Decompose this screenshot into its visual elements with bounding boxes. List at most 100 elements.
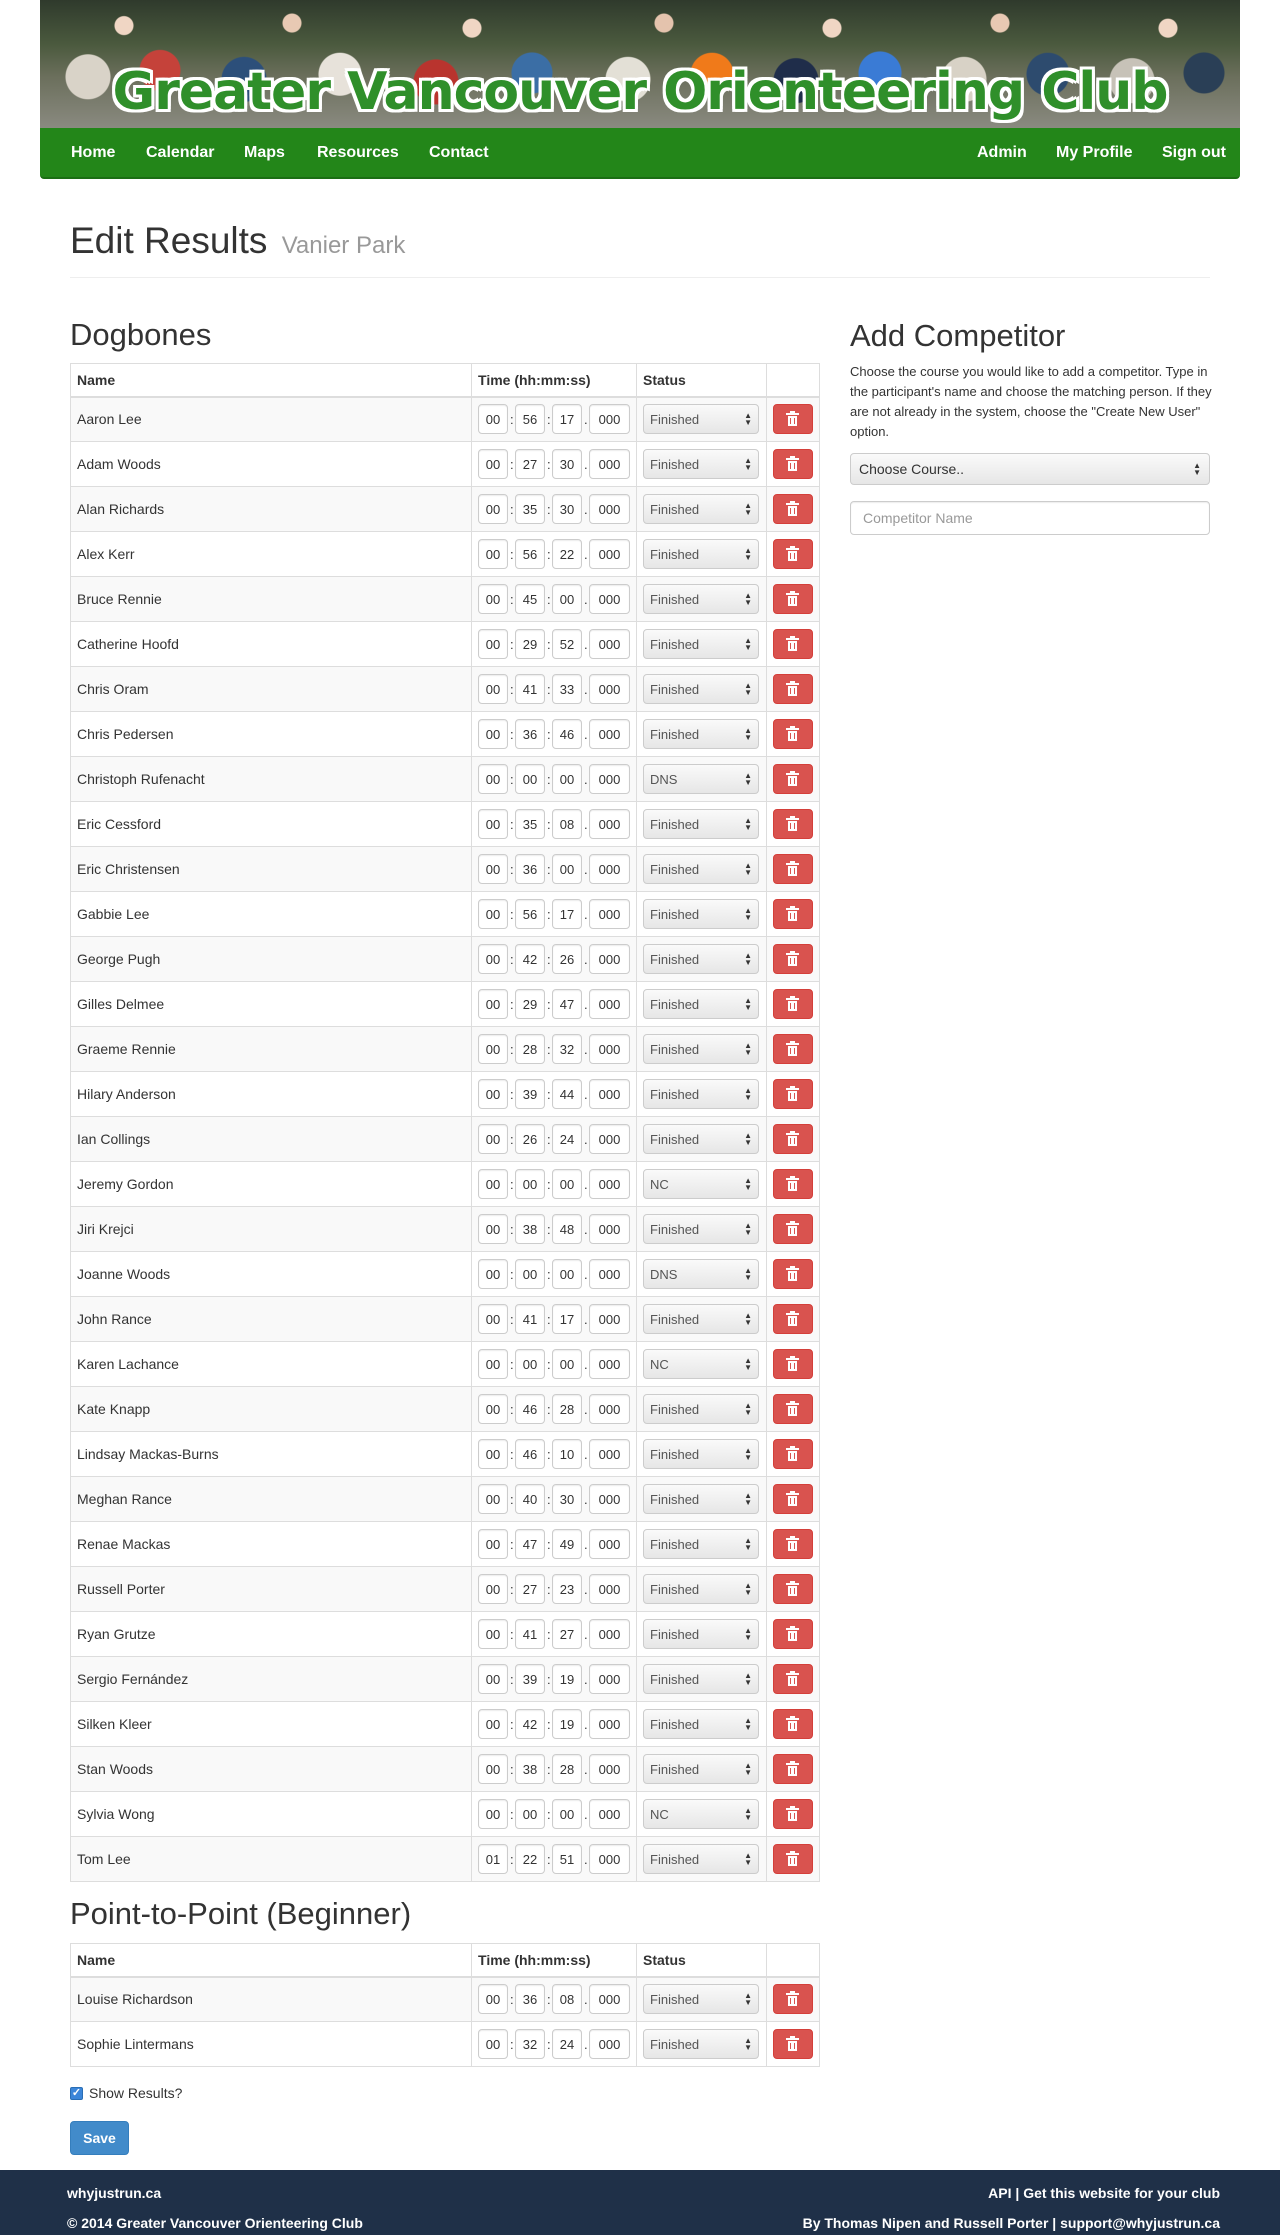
delete-result-button[interactable] (772, 629, 813, 659)
milliseconds-input[interactable]: 000 (589, 1124, 631, 1154)
milliseconds-input[interactable]: 000 (589, 989, 631, 1019)
minutes-input[interactable]: 26 (515, 1124, 546, 1154)
hours-input[interactable]: 00 (478, 674, 509, 704)
milliseconds-input[interactable]: 000 (589, 1529, 631, 1559)
status-select[interactable]: Finished ▲ ▼ (643, 719, 760, 749)
milliseconds-input[interactable]: 000 (589, 1214, 631, 1244)
hours-input[interactable]: 00 (478, 449, 509, 479)
delete-result-button[interactable] (772, 1259, 813, 1289)
milliseconds-input[interactable]: 000 (589, 2029, 631, 2059)
delete-result-button[interactable] (772, 1169, 813, 1199)
minutes-input[interactable]: 42 (515, 1709, 546, 1739)
seconds-input[interactable]: 27 (552, 1619, 583, 1649)
milliseconds-input[interactable]: 000 (589, 1799, 631, 1829)
status-select[interactable]: Finished ▲ ▼ (643, 899, 760, 929)
hours-input[interactable]: 00 (478, 1619, 509, 1649)
nav-home[interactable]: Home (71, 144, 115, 162)
delete-result-button[interactable] (772, 1034, 813, 1064)
seconds-input[interactable]: 00 (552, 1169, 583, 1199)
seconds-input[interactable]: 17 (552, 404, 583, 435)
delete-result-button[interactable] (772, 719, 813, 749)
minutes-input[interactable]: 46 (515, 1394, 546, 1424)
hours-input[interactable]: 00 (478, 809, 509, 839)
hours-input[interactable]: 01 (478, 1844, 509, 1874)
minutes-input[interactable]: 39 (515, 1664, 546, 1694)
minutes-input[interactable]: 28 (515, 1034, 546, 1064)
milliseconds-input[interactable]: 000 (589, 1394, 631, 1424)
seconds-input[interactable]: 52 (552, 629, 583, 659)
seconds-input[interactable]: 48 (552, 1214, 583, 1244)
delete-result-button[interactable] (772, 854, 813, 884)
delete-result-button[interactable] (772, 1574, 813, 1604)
delete-result-button[interactable] (772, 1754, 813, 1784)
seconds-input[interactable]: 00 (552, 1799, 583, 1829)
minutes-input[interactable]: 00 (515, 764, 546, 794)
nav-admin[interactable]: Admin (977, 144, 1027, 162)
delete-result-button[interactable] (772, 899, 813, 929)
hours-input[interactable]: 00 (478, 764, 509, 794)
milliseconds-input[interactable]: 000 (589, 1034, 631, 1064)
status-select[interactable]: Finished ▲ ▼ (643, 944, 760, 974)
footer-site-link[interactable]: whyjustrun.ca (67, 2185, 161, 2201)
hours-input[interactable]: 00 (478, 629, 509, 659)
delete-result-button[interactable] (772, 1124, 813, 1154)
status-select[interactable]: Finished ▲ ▼ (643, 1984, 760, 2015)
seconds-input[interactable]: 00 (552, 854, 583, 884)
milliseconds-input[interactable]: 000 (589, 674, 631, 704)
delete-result-button[interactable] (772, 1079, 813, 1109)
status-select[interactable]: Finished ▲ ▼ (643, 539, 760, 569)
milliseconds-input[interactable]: 000 (589, 629, 631, 659)
minutes-input[interactable]: 38 (515, 1214, 546, 1244)
milliseconds-input[interactable]: 000 (589, 1349, 631, 1379)
minutes-input[interactable]: 38 (515, 1754, 546, 1784)
minutes-input[interactable]: 40 (515, 1484, 546, 1514)
hours-input[interactable]: 00 (478, 539, 509, 569)
minutes-input[interactable]: 39 (515, 1079, 546, 1109)
status-select[interactable]: Finished ▲ ▼ (643, 2029, 760, 2059)
seconds-input[interactable]: 00 (552, 1259, 583, 1289)
status-select[interactable]: DNS ▲ ▼ (643, 1259, 760, 1289)
nav-my-profile[interactable]: My Profile (1056, 144, 1132, 162)
minutes-input[interactable]: 35 (515, 494, 546, 524)
nav-calendar[interactable]: Calendar (146, 144, 214, 162)
status-select[interactable]: Finished ▲ ▼ (643, 1844, 760, 1874)
seconds-input[interactable]: 10 (552, 1439, 583, 1469)
milliseconds-input[interactable]: 000 (589, 1079, 631, 1109)
hours-input[interactable]: 00 (478, 1754, 509, 1784)
milliseconds-input[interactable]: 000 (589, 1574, 631, 1604)
delete-result-button[interactable] (772, 1349, 813, 1379)
hours-input[interactable]: 00 (478, 1529, 509, 1559)
status-select[interactable]: Finished ▲ ▼ (643, 404, 760, 435)
save-button[interactable]: Save (70, 2121, 129, 2155)
seconds-input[interactable]: 47 (552, 989, 583, 1019)
seconds-input[interactable]: 23 (552, 1574, 583, 1604)
hours-input[interactable]: 00 (478, 944, 509, 974)
status-select[interactable]: Finished ▲ ▼ (643, 1529, 760, 1559)
seconds-input[interactable]: 22 (552, 539, 583, 569)
seconds-input[interactable]: 17 (552, 1304, 583, 1334)
milliseconds-input[interactable]: 000 (589, 944, 631, 974)
status-select[interactable]: Finished ▲ ▼ (643, 1574, 760, 1604)
hours-input[interactable]: 00 (478, 1709, 509, 1739)
show-results-field[interactable]: ✓ Show Results? (70, 2085, 182, 2101)
seconds-input[interactable]: 49 (552, 1529, 583, 1559)
milliseconds-input[interactable]: 000 (589, 539, 631, 569)
status-select[interactable]: Finished ▲ ▼ (643, 809, 760, 839)
minutes-input[interactable]: 56 (515, 539, 546, 569)
delete-result-button[interactable] (772, 539, 813, 569)
seconds-input[interactable]: 24 (552, 2029, 583, 2059)
minutes-input[interactable]: 00 (515, 1169, 546, 1199)
competitor-name-input[interactable] (850, 501, 1210, 535)
milliseconds-input[interactable]: 000 (589, 1984, 631, 2015)
hours-input[interactable]: 00 (478, 2029, 509, 2059)
delete-result-button[interactable] (772, 1394, 813, 1424)
hours-input[interactable]: 00 (478, 584, 509, 614)
hours-input[interactable]: 00 (478, 899, 509, 929)
minutes-input[interactable]: 22 (515, 1844, 546, 1874)
seconds-input[interactable]: 26 (552, 944, 583, 974)
delete-result-button[interactable] (772, 584, 813, 614)
minutes-input[interactable]: 32 (515, 2029, 546, 2059)
milliseconds-input[interactable]: 000 (589, 404, 631, 435)
seconds-input[interactable]: 00 (552, 1349, 583, 1379)
minutes-input[interactable]: 36 (515, 1984, 546, 2015)
